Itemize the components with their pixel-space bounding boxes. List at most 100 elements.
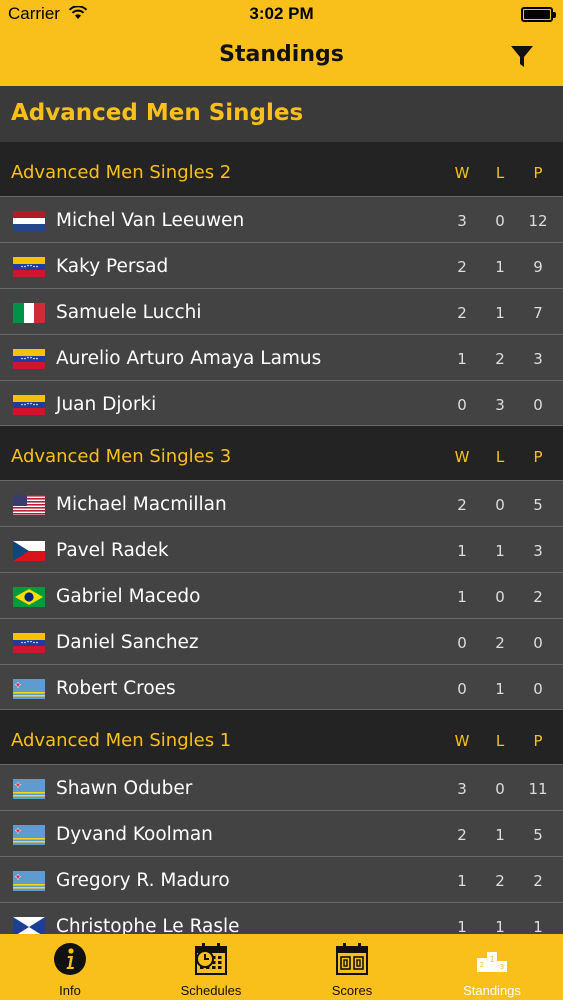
player-losses: 3 [495,396,505,414]
battery-icon [521,7,556,22]
player-points: 0 [533,680,543,698]
player-points: 7 [533,304,543,322]
player-wins: 1 [457,542,467,560]
player-losses: 0 [495,496,505,514]
col-wins-header: W [454,732,470,750]
player-row[interactable]: Aurelio Arturo Amaya Lamus 1 2 3 [0,334,563,380]
tab-label: Info [59,983,81,998]
tab-label: Scores [331,983,373,998]
player-losses: 2 [495,872,505,890]
player-row[interactable]: Gregory R. Maduro 1 2 2 [0,856,563,902]
group-header: Advanced Men Singles 1 W L P [0,710,563,764]
standings-list[interactable]: Advanced Men Singles Advanced Men Single… [0,86,563,934]
player-losses: 1 [495,304,505,322]
player-row[interactable]: Shawn Oduber 3 0 11 [0,764,563,810]
tab-scores[interactable]: Scores [282,934,422,1000]
player-wins: 0 [457,396,467,414]
player-wins: 1 [457,918,467,934]
netherlands-flag-icon [13,211,45,231]
player-row[interactable]: Christophe Le Rasle 1 1 1 [0,902,563,934]
player-name: Dyvand Koolman [56,824,213,845]
player-name: Samuele Lucchi [56,302,202,323]
page-title: Standings [219,42,344,67]
player-name: Christophe Le Rasle [56,916,240,934]
tab-label: Standings [463,983,521,998]
player-name: Gabriel Macedo [56,586,201,607]
player-row[interactable]: Robert Croes 0 1 0 [0,664,563,710]
tab-info[interactable]: Info [0,934,140,1000]
player-row[interactable]: Pavel Radek 1 1 3 [0,526,563,572]
player-wins: 3 [457,212,467,230]
france-partial-flag-icon [13,917,45,934]
player-losses: 2 [495,350,505,368]
player-name: Daniel Sanchez [56,632,199,653]
col-points-header: P [533,164,543,182]
player-wins: 1 [457,588,467,606]
player-name: Aurelio Arturo Amaya Lamus [56,348,322,369]
player-name: Robert Croes [56,678,176,699]
player-wins: 2 [457,826,467,844]
player-wins: 0 [457,634,467,652]
svg-text:2: 2 [480,961,484,969]
tab-standings[interactable]: 1 2 3 Standings [422,934,562,1000]
brazil-flag-icon [13,587,45,607]
player-name: Shawn Oduber [56,778,193,799]
group-name: Advanced Men Singles 1 [11,730,232,751]
player-wins: 2 [457,304,467,322]
player-points: 0 [533,634,543,652]
scoreboard-icon [335,942,369,976]
player-losses: 1 [495,258,505,276]
player-row[interactable]: Michel Van Leeuwen 3 0 12 [0,196,563,242]
venezuela-flag-icon [13,257,45,277]
group-name: Advanced Men Singles 2 [11,162,232,183]
group-rows: Michael Macmillan 2 0 5 Pavel Radek 1 1 3 Gabrie… [0,480,563,710]
player-losses: 1 [495,826,505,844]
aruba-flag-icon [13,825,45,845]
player-wins: 1 [457,350,467,368]
group-rows: Shawn Oduber 3 0 11 Dyvand Koolman 2 1 5 Gregory… [0,764,563,934]
player-losses: 1 [495,918,505,934]
player-name: Michael Macmillan [56,494,227,515]
calendar-icon [194,942,228,976]
filter-icon[interactable] [509,44,535,70]
player-points: 3 [533,350,543,368]
aruba-flag-icon [13,679,45,699]
player-name: Gregory R. Maduro [56,870,230,891]
col-wins-header: W [454,448,470,466]
aruba-flag-icon [13,779,45,799]
player-row[interactable]: Michael Macmillan 2 0 5 [0,480,563,526]
player-name: Juan Djorki [56,394,157,415]
section-heading: Advanced Men Singles [0,86,563,142]
col-points-header: P [533,732,543,750]
player-row[interactable]: Dyvand Koolman 2 1 5 [0,810,563,856]
italy-flag-icon [13,303,45,323]
player-row[interactable]: Samuele Lucchi 2 1 7 [0,288,563,334]
player-wins: 2 [457,496,467,514]
tab-schedules[interactable]: Schedules [141,934,281,1000]
col-losses-header: L [495,732,505,750]
player-row[interactable]: Daniel Sanchez 0 2 0 [0,618,563,664]
col-wins-header: W [454,164,470,182]
nav-bar: Standings [0,30,563,86]
usa-flag-icon [13,495,45,515]
player-row[interactable]: Kaky Persad 2 1 9 [0,242,563,288]
player-wins: 3 [457,780,467,798]
player-losses: 2 [495,634,505,652]
player-row[interactable]: Gabriel Macedo 1 0 2 [0,572,563,618]
player-points: 1 [533,918,543,934]
player-losses: 0 [495,212,505,230]
podium-icon: 12 3 [475,942,509,976]
aruba-flag-icon [13,871,45,891]
player-name: Pavel Radek [56,540,169,561]
player-losses: 1 [495,542,505,560]
group-name: Advanced Men Singles 3 [11,446,232,467]
player-points: 9 [533,258,543,276]
venezuela-flag-icon [13,349,45,369]
player-losses: 0 [495,588,505,606]
player-points: 0 [533,396,543,414]
player-wins: 1 [457,872,467,890]
player-points: 12 [528,212,548,230]
player-losses: 1 [495,680,505,698]
player-row[interactable]: Juan Djorki 0 3 0 [0,380,563,426]
col-points-header: P [533,448,543,466]
